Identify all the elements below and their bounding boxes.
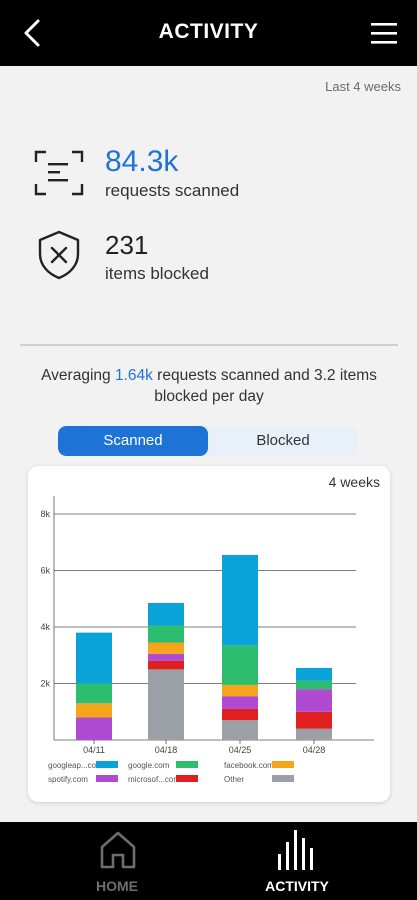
legend-swatch (272, 761, 294, 768)
bar-segment (76, 703, 112, 718)
bar-segment (296, 728, 332, 740)
daily-average-summary: Averaging 1.64k requests scanned and 3.2… (24, 365, 394, 407)
bar-segment (296, 680, 332, 690)
bar-segment (296, 711, 332, 729)
scanned-blocked-toggle: Scanned Blocked (58, 426, 358, 456)
legend-label: spotify.com (48, 775, 88, 784)
scanned-count: 84.3k (105, 145, 179, 178)
x-tick-label: 04/11 (83, 745, 105, 755)
y-tick-label: 8k (40, 509, 50, 519)
legend-label: google.com (128, 761, 170, 770)
bar-segment (148, 669, 184, 740)
app-header: ACTIVITY (0, 0, 417, 66)
legend-label: Other (224, 775, 244, 784)
bar-segment (222, 720, 258, 740)
nav-activity[interactable]: ACTIVITY (237, 822, 357, 900)
bar-segment (148, 660, 184, 670)
legend-swatch (96, 775, 118, 782)
legend-swatch (96, 761, 118, 768)
bar-segment (148, 602, 184, 626)
bar-segment (222, 708, 258, 721)
bar-segment (296, 689, 332, 712)
nav-home[interactable]: HOME (57, 822, 177, 900)
bar-segment (222, 645, 258, 685)
bar-segment (76, 717, 112, 740)
y-tick-label: 4k (40, 622, 50, 632)
bar-segment (222, 684, 258, 697)
nav-activity-label: ACTIVITY (265, 878, 329, 894)
y-tick-label: 2k (40, 679, 50, 689)
bar-segment (148, 653, 184, 661)
nav-home-label: HOME (96, 878, 138, 894)
bar-segment (76, 632, 112, 684)
y-tick-label: 6k (40, 566, 50, 576)
blocked-count: 231 (105, 230, 149, 260)
blocked-label: items blocked (105, 264, 209, 283)
bar-segment (148, 642, 184, 654)
legend-swatch (176, 761, 198, 768)
bottom-navigation: HOME ACTIVITY (0, 822, 417, 900)
legend-label: facebook.com (224, 761, 274, 770)
x-tick-label: 04/18 (155, 745, 178, 755)
legend-label: googleap...com (48, 761, 103, 770)
summary-suffix: requests scanned and 3.2 items blocked p… (152, 367, 377, 405)
summary-highlight: 1.64k (114, 367, 153, 384)
bar-segment (76, 683, 112, 704)
summary-prefix: Averaging (41, 367, 115, 384)
hamburger-menu-icon[interactable] (369, 20, 399, 46)
shield-blocked-icon (38, 230, 80, 280)
bar-segment (296, 667, 332, 681)
section-divider (20, 344, 398, 346)
tab-blocked[interactable]: Blocked (208, 426, 358, 456)
legend-swatch (176, 775, 198, 782)
bar-segment (222, 554, 258, 646)
tab-scanned[interactable]: Scanned (58, 426, 208, 456)
bar-segment (148, 625, 184, 643)
legend-label: microsof...com (128, 775, 180, 784)
x-tick-label: 04/28 (303, 745, 326, 755)
legend-swatch (272, 775, 294, 782)
page-title: ACTIVITY (158, 20, 259, 43)
x-tick-label: 04/25 (229, 745, 252, 755)
stacked-bar-chart: 2k 4k 6k 8k 04/11 04/18 04/25 04/28 googleap...c… (40, 496, 374, 784)
activity-bars-icon (278, 830, 313, 870)
scan-icon (34, 150, 84, 196)
period-label: Last 4 weeks (325, 79, 401, 94)
home-icon (100, 831, 136, 869)
scanned-label: requests scanned (105, 181, 240, 200)
bar-segment (222, 696, 258, 709)
activity-chart-card: 4 weeks 2k 4k 6k 8k 04/11 04/18 04/25 04/28 goog… (28, 466, 390, 802)
